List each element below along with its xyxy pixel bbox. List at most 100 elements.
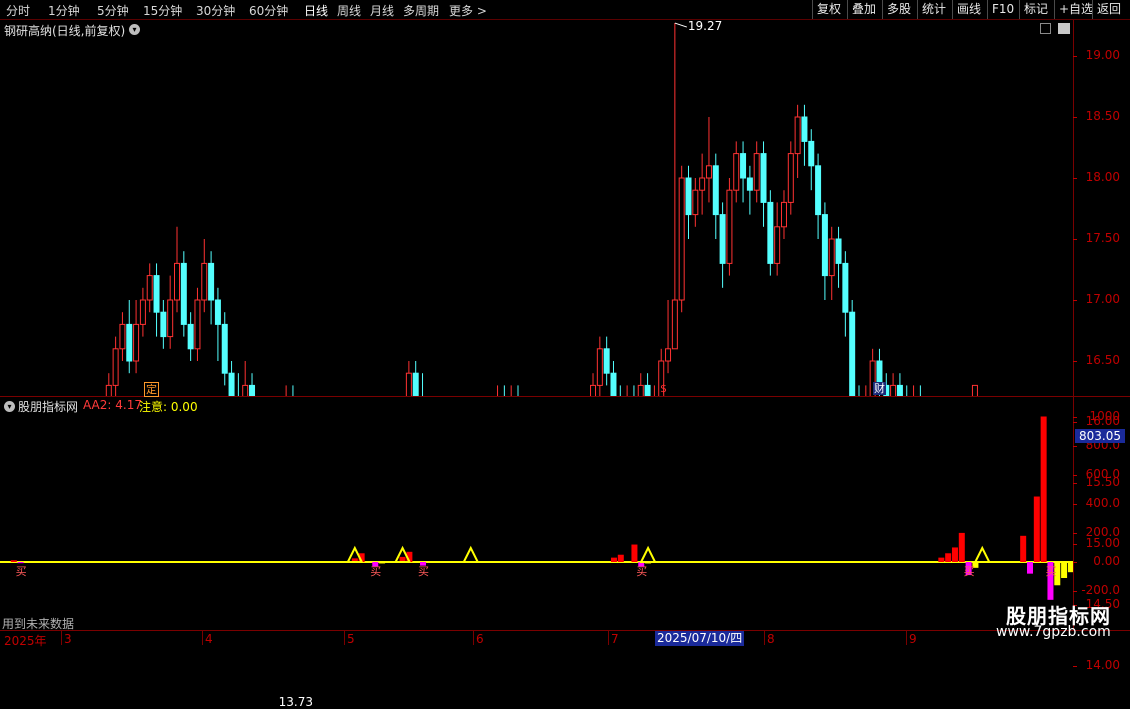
price-tick-mark [1073, 117, 1077, 118]
x-axis-month-label: 7 [611, 632, 619, 646]
candle-body [712, 165, 719, 216]
tab-5min[interactable]: 5分钟 [97, 2, 129, 19]
candle-body [726, 189, 733, 264]
indicator-bar [938, 557, 945, 562]
x-axis-month-label: 6 [476, 632, 484, 646]
candle-body [671, 299, 678, 350]
tab-monthly[interactable]: 月线 [370, 2, 394, 19]
back-button[interactable]: 返回 [1092, 0, 1125, 19]
candle-body [842, 262, 849, 313]
tab-daily[interactable]: 日线 [304, 2, 328, 19]
tab-60min[interactable]: 60分钟 [249, 2, 288, 19]
event-badge-finance[interactable]: 财 [873, 382, 886, 395]
candle-body [787, 153, 794, 203]
candle-body [644, 384, 651, 396]
candle-body [665, 348, 672, 362]
tab-1min[interactable]: 1分钟 [48, 2, 80, 19]
candle-body [228, 372, 235, 396]
signal-triangle [639, 545, 657, 563]
indicator-tick-mark [1073, 591, 1077, 593]
candle-body [112, 348, 119, 386]
buy-signal-label: 买 [16, 565, 27, 578]
candle-body [180, 262, 187, 325]
price-tick-mark [1073, 56, 1077, 57]
candle-body [685, 177, 692, 216]
x-axis-month-divider [906, 631, 907, 645]
indicator-tick-label: 200.0 [1085, 524, 1120, 539]
price-tick-label: 17.00 [1085, 292, 1120, 306]
candle-body [753, 153, 760, 191]
mark-button[interactable]: 标记 [1019, 0, 1052, 19]
candle-body [105, 384, 112, 396]
tab-30min[interactable]: 30分钟 [196, 2, 235, 19]
candle-body [890, 384, 897, 396]
candle-body [603, 348, 610, 374]
buy-signal-label: 买 [964, 565, 975, 578]
indicator-bar [379, 562, 386, 564]
candle-body [774, 226, 781, 264]
buy-signal-label: 买 [1045, 565, 1056, 578]
candle-body [719, 214, 726, 264]
x-axis-month-divider [473, 631, 474, 645]
indicator-bar [945, 553, 952, 562]
candle-body [412, 372, 419, 396]
draw-line-button[interactable]: 画线 [952, 0, 985, 19]
price-tick-label: 14.00 [1085, 658, 1120, 672]
f10-button[interactable]: F10 [987, 0, 1018, 19]
buy-signal-label: 买 [636, 565, 647, 578]
high-price-label: 19.27 [687, 19, 723, 34]
watermark-url: www.7gpzb.com [996, 624, 1111, 640]
indicator-tick-label: 0.00 [1093, 554, 1120, 568]
price-tick-mark [1073, 422, 1077, 423]
candle-body [637, 384, 644, 396]
tab-timeshare[interactable]: 分时 [6, 2, 30, 19]
overlay-button[interactable]: 叠加 [847, 0, 880, 19]
candle-body [249, 384, 256, 396]
x-axis-divider [0, 630, 1130, 631]
x-axis-month-divider [61, 631, 62, 645]
tab-multi-period[interactable]: 多周期 [403, 2, 439, 19]
multi-stock-button[interactable]: 多股 [882, 0, 915, 19]
candle-body [146, 275, 153, 301]
cursor-date-label: 2025/07/10/四 [655, 631, 745, 646]
event-badge-ding[interactable]: 定 [144, 382, 159, 397]
candle-body [801, 116, 808, 142]
add-watchlist-button[interactable]: +自选 [1054, 0, 1097, 19]
candle-body [201, 262, 208, 301]
period-toolbar: 分时 1分钟 5分钟 15分钟 30分钟 60分钟 日线 周线 月线 多周期 更… [0, 0, 1130, 20]
indicator-tick-mark [1073, 474, 1077, 476]
indicator-bar [1067, 562, 1073, 573]
x-axis-month-label: 9 [909, 632, 917, 646]
high-pointer [674, 22, 688, 28]
indicator-tick-mark [1073, 562, 1077, 563]
indicator-bar [1061, 562, 1068, 579]
candle-body [119, 323, 126, 350]
candle-body [699, 177, 706, 191]
indicator-bar [17, 562, 24, 564]
future-data-note: 用到未来数据 [2, 617, 75, 631]
candle-body [740, 153, 747, 179]
tab-15min[interactable]: 15分钟 [143, 2, 182, 19]
x-axis-month-label: 8 [767, 632, 775, 646]
price-tick-mark [1073, 544, 1077, 545]
stats-button[interactable]: 统计 [917, 0, 950, 19]
candle-body [596, 348, 603, 386]
candle-body [828, 238, 835, 277]
price-tick-mark [1073, 666, 1077, 667]
tab-more[interactable]: 更多 > [449, 2, 487, 19]
x-axis-month-divider [344, 631, 345, 645]
tab-weekly[interactable]: 周线 [337, 2, 361, 19]
event-badge-dividend[interactable]: $ [659, 382, 668, 395]
candle-body [733, 153, 740, 191]
x-axis-month-divider [764, 631, 765, 645]
indicator-tick-mark [1073, 445, 1077, 447]
indicator-bar [610, 557, 617, 562]
indicator-bar [10, 560, 17, 562]
indicator-bar [631, 544, 638, 562]
fuquan-button[interactable]: 复权 [812, 0, 845, 19]
candle-body [678, 177, 685, 301]
candlestick-chart [105, 22, 978, 396]
price-tick-label: 18.00 [1085, 170, 1120, 184]
buy-signal-label: 买 [418, 565, 429, 578]
candle-body [194, 299, 201, 350]
